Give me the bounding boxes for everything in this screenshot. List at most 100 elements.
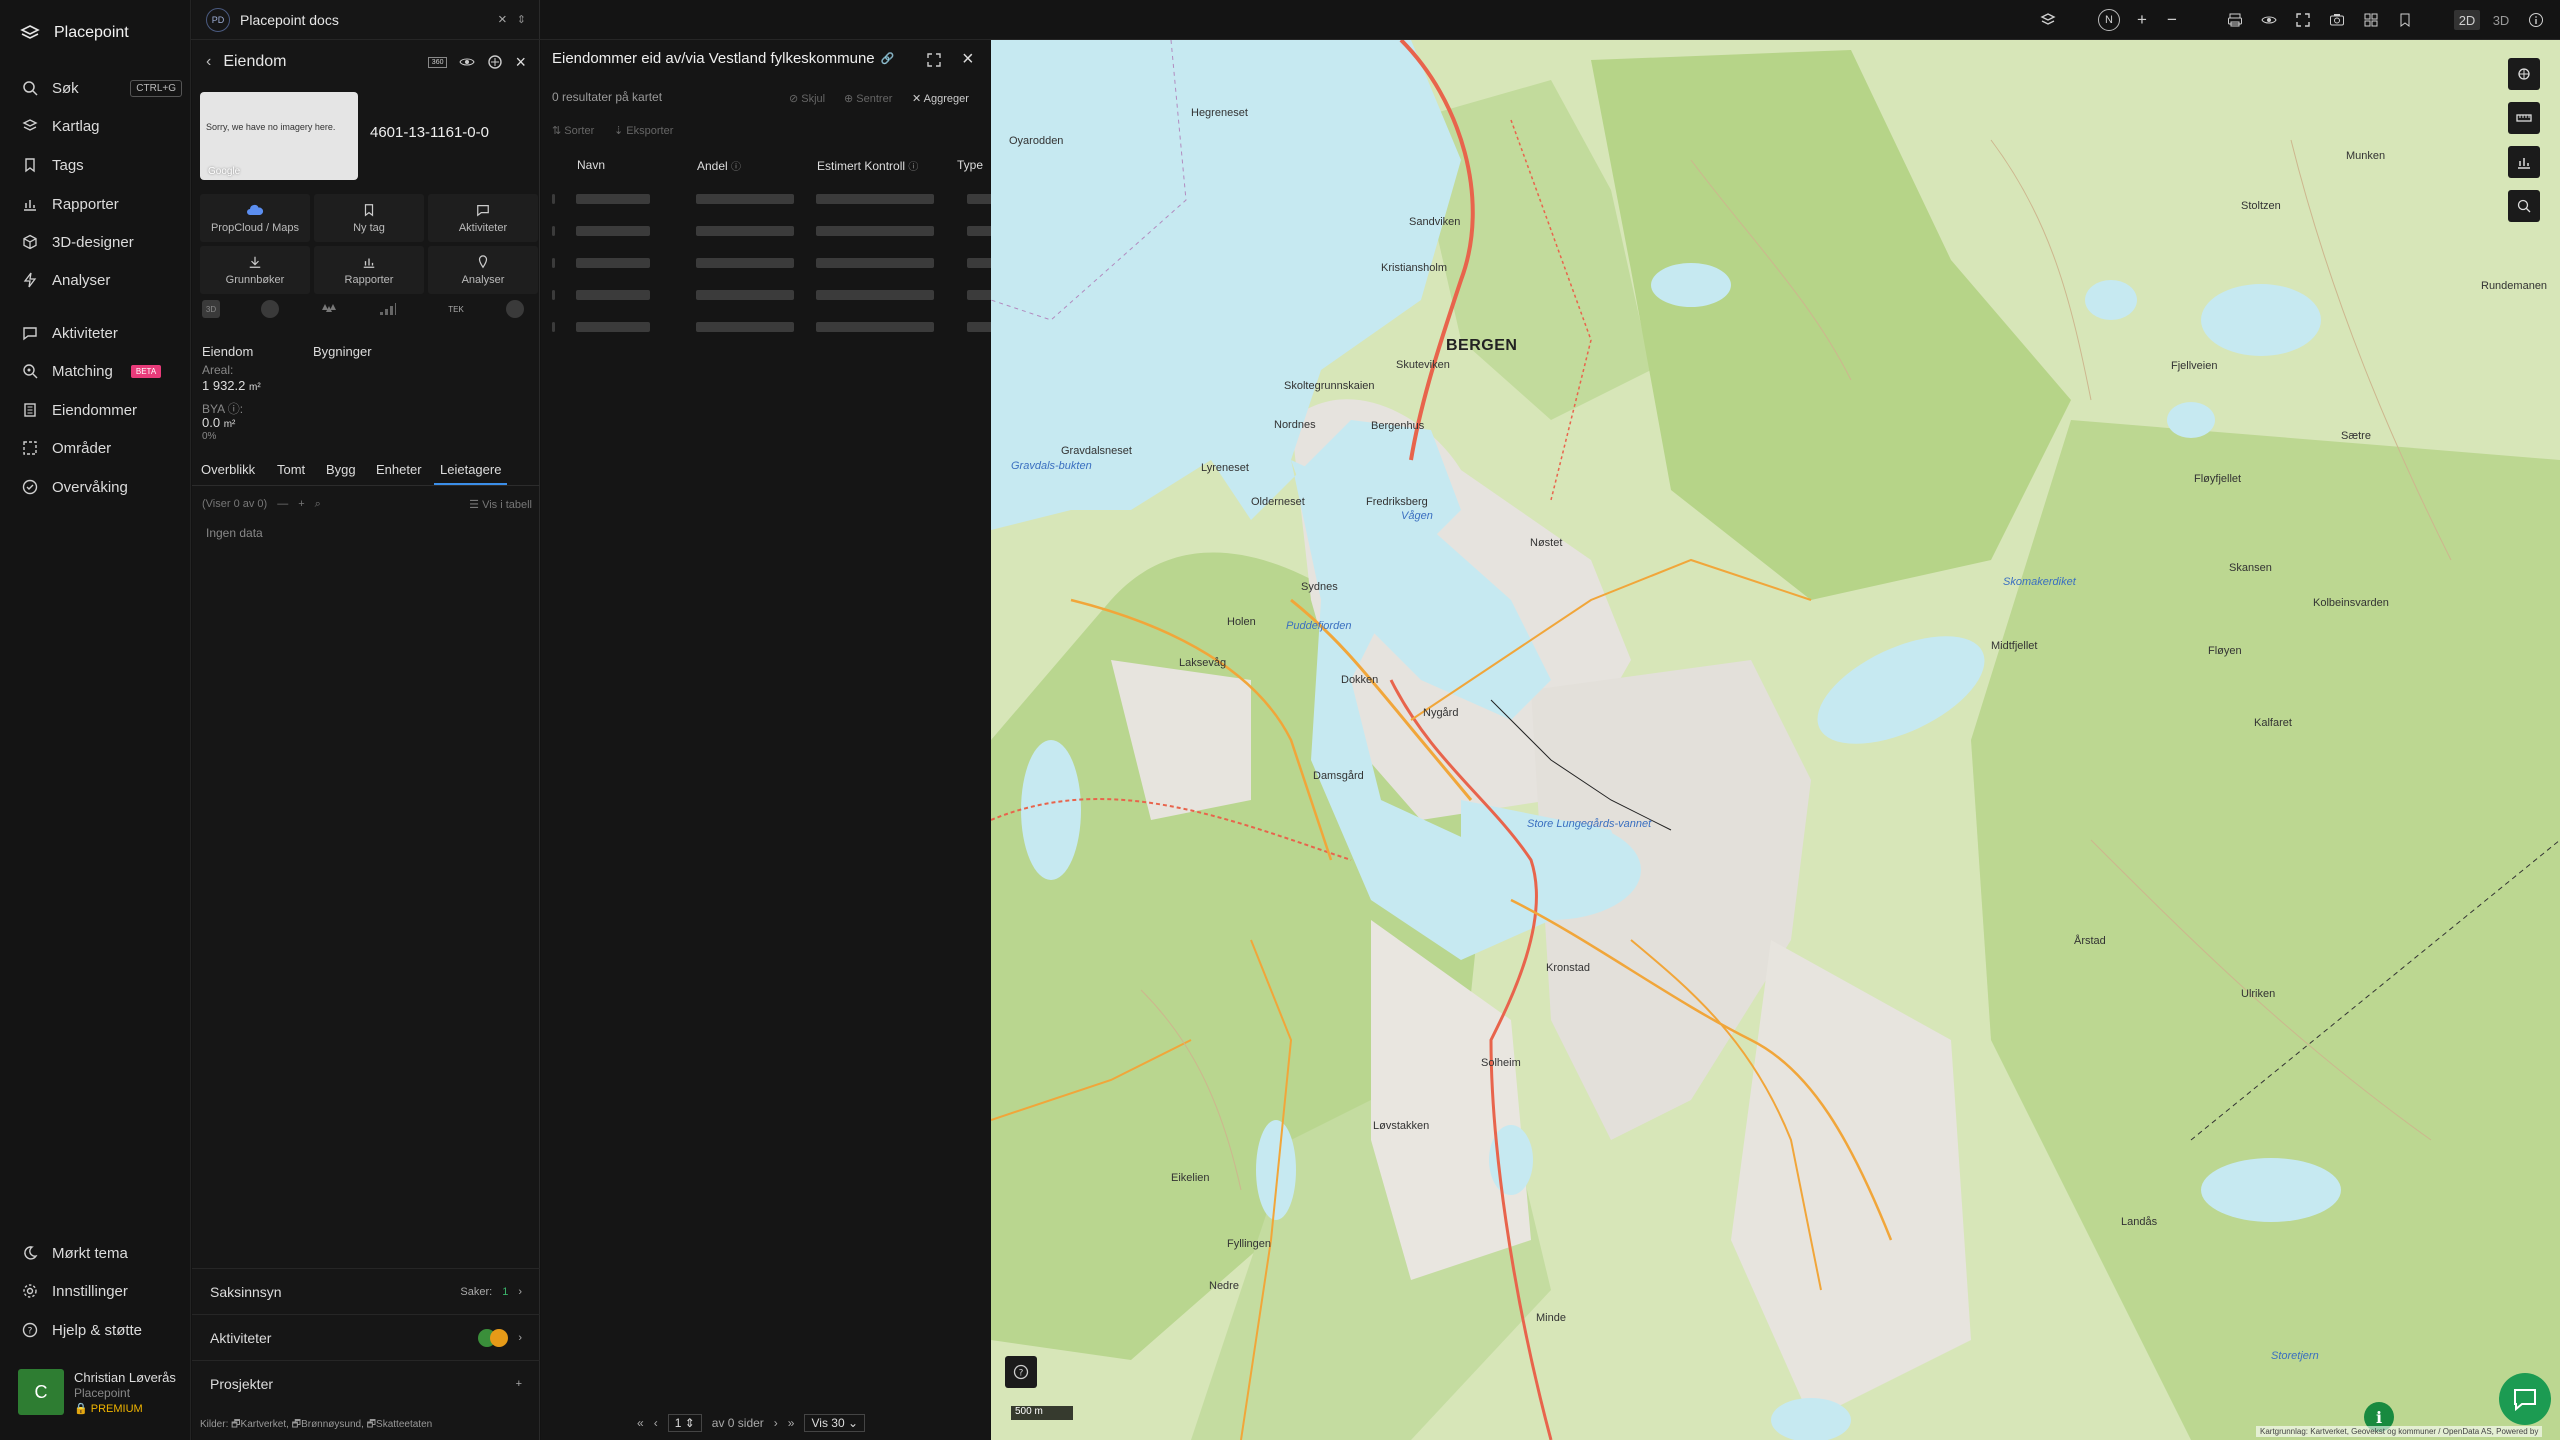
subtab-eiendom[interactable]: Eiendom	[202, 344, 253, 359]
grid-icon[interactable]	[2361, 10, 2381, 30]
close-icon[interactable]: ×	[962, 48, 974, 71]
info-icon[interactable]	[2526, 10, 2546, 30]
tab-leietagere[interactable]: Leietagere	[434, 462, 508, 485]
chip-3d[interactable]: 3D	[202, 300, 220, 318]
docs-tab[interactable]: PD Placepoint docs × ⇕	[192, 0, 540, 40]
back-icon[interactable]: ‹	[206, 53, 211, 71]
tab-enheter[interactable]: Enheter	[376, 462, 422, 483]
add-icon[interactable]: +	[516, 1378, 522, 1390]
nav-item-analyser[interactable]: Analyser	[22, 266, 182, 294]
nav-item-omrader[interactable]: Områder	[22, 434, 182, 462]
pagination: « ‹ 1 ⇕ av 0 sider › » Vis 30 ⌄	[637, 1413, 866, 1433]
map-tool-draw[interactable]	[2508, 58, 2540, 90]
nav-item-overvaking[interactable]: Overvåking	[22, 473, 182, 501]
activities-button[interactable]: Aktiviteter	[428, 194, 538, 242]
nav-item-aktiviteter[interactable]: Aktiviteter	[22, 319, 182, 347]
target-icon[interactable]	[487, 54, 503, 70]
layers-stack-icon[interactable]	[2038, 10, 2058, 30]
nav-item-help[interactable]: ? Hjelp & støtte	[22, 1316, 182, 1344]
fullscreen-icon[interactable]	[2293, 10, 2313, 30]
propcloud-button[interactable]: PropCloud / Maps	[200, 194, 310, 242]
place-label: Fredriksberg	[1366, 496, 1428, 508]
eye-icon[interactable]	[459, 54, 476, 70]
reports-button[interactable]: Rapporter	[314, 246, 424, 294]
chat-button[interactable]	[2499, 1373, 2551, 1425]
brand[interactable]: Placepoint	[20, 20, 129, 46]
export-button[interactable]: ⇣ Eksporter	[614, 124, 673, 137]
map-tool-stats[interactable]	[2508, 146, 2540, 178]
section-saksinnsyn[interactable]: Saksinnsyn Saker: 1 ›	[192, 1268, 540, 1314]
moon-icon	[22, 1245, 38, 1261]
column-header-type[interactable]: Type	[957, 158, 983, 172]
column-header-navn[interactable]: Navn	[577, 158, 605, 172]
hide-button[interactable]: ⊘ Skjul	[789, 92, 825, 105]
shortcut-badge: CTRL+G	[130, 79, 182, 97]
camera-icon[interactable]	[2327, 10, 2347, 30]
source-link[interactable]: 🗗Kartverket,	[231, 1419, 289, 1430]
sort-button[interactable]: ⇅ Sorter	[552, 124, 594, 137]
trees-icon[interactable]	[320, 300, 338, 318]
close-icon[interactable]: ×	[515, 52, 526, 73]
prev-page-icon[interactable]: ‹	[654, 1416, 658, 1430]
chip-tek[interactable]: TEK	[447, 300, 465, 318]
column-header-andel[interactable]: Andel ⓘ	[697, 158, 741, 173]
compass-button[interactable]: N	[2098, 9, 2120, 31]
map-help-button[interactable]: ?	[1005, 1356, 1037, 1388]
nav-item-eiendommer[interactable]: Eiendommer	[22, 396, 182, 424]
source-link[interactable]: 🗗Skatteetaten	[367, 1419, 433, 1430]
tab-overblikk[interactable]: Overblikk	[201, 462, 255, 483]
nav-item-dark-theme[interactable]: Mørkt tema	[22, 1239, 182, 1267]
page-input[interactable]: 1 ⇕	[667, 1414, 702, 1432]
new-tag-button[interactable]: Ny tag	[314, 194, 424, 242]
next-page-icon[interactable]: ›	[774, 1416, 778, 1430]
expand-icon[interactable]	[926, 52, 942, 73]
collapse-icon[interactable]: —	[277, 498, 288, 510]
section-label: Prosjekter	[210, 1375, 274, 1392]
cloud-icon	[246, 203, 264, 217]
nav-item-search[interactable]: Søk CTRL+G	[22, 74, 182, 102]
page-size-select[interactable]: Vis 30 ⌄	[804, 1414, 866, 1432]
nav-item-tags[interactable]: Tags	[22, 151, 182, 179]
center-button[interactable]: ⊕ Sentrer	[844, 92, 892, 105]
close-icon[interactable]: ×	[498, 11, 507, 28]
nav-item-matching[interactable]: Matching BETA	[22, 357, 182, 385]
nav-item-rapporter[interactable]: Rapporter	[22, 190, 182, 218]
zoom-in-button[interactable]: +	[2132, 10, 2152, 30]
column-header-kontroll[interactable]: Estimert Kontroll ⓘ	[817, 158, 918, 173]
nav-item-kartlag[interactable]: Kartlag	[22, 112, 182, 140]
link-icon[interactable]: 🔗	[881, 52, 895, 65]
map-tool-measure[interactable]	[2508, 102, 2540, 134]
zoom-out-button[interactable]: −	[2162, 10, 2182, 30]
search-icon[interactable]: ⌕	[315, 498, 321, 511]
tab-bygg[interactable]: Bygg	[326, 462, 356, 483]
section-prosjekter[interactable]: Prosjekter +	[192, 1360, 540, 1406]
view-3d-button[interactable]: 3D	[2488, 10, 2514, 30]
eye-icon[interactable]	[2259, 10, 2279, 30]
map-tool-zoom-area[interactable]	[2508, 190, 2540, 222]
table-view-toggle[interactable]: ☰ Vis i tabell	[469, 498, 532, 511]
user-profile[interactable]: C Christian Løverås Placepoint 🔒 PREMIUM	[18, 1369, 176, 1415]
print-icon[interactable]	[2225, 10, 2245, 30]
panorama-icon[interactable]: 360	[427, 56, 448, 68]
nav-item-label: Mørkt tema	[52, 1244, 128, 1262]
nav-item-3d-designer[interactable]: 3D-designer	[22, 228, 182, 256]
aggregate-button[interactable]: ✕ Aggreger	[912, 92, 969, 105]
bookmark-icon[interactable]	[2395, 10, 2415, 30]
place-label: Nygård	[1423, 707, 1459, 719]
bars-icon[interactable]	[379, 300, 397, 318]
view-2d-button[interactable]: 2D	[2454, 10, 2480, 30]
land-registry-button[interactable]: Grunnbøker	[200, 246, 310, 294]
map-canvas[interactable]: BERGEN Hegreneset Oyarodden Sandviken Krist…	[991, 40, 2560, 1440]
globe-icon[interactable]	[261, 300, 279, 318]
last-page-icon[interactable]: »	[788, 1416, 795, 1430]
section-aktiviteter[interactable]: Aktiviteter ›	[192, 1314, 540, 1360]
first-page-icon[interactable]: «	[637, 1416, 644, 1430]
tab-tomt[interactable]: Tomt	[277, 462, 305, 483]
analyses-button[interactable]: Analyser	[428, 246, 538, 294]
nav-item-settings[interactable]: Innstillinger	[22, 1277, 182, 1305]
add-icon[interactable]: +	[298, 498, 304, 510]
subtab-bygninger[interactable]: Bygninger	[313, 344, 372, 359]
more-icon[interactable]	[506, 300, 524, 318]
chevron-updown-icon[interactable]: ⇕	[517, 13, 526, 26]
source-link[interactable]: 🗗Brønnøysund,	[292, 1419, 364, 1430]
